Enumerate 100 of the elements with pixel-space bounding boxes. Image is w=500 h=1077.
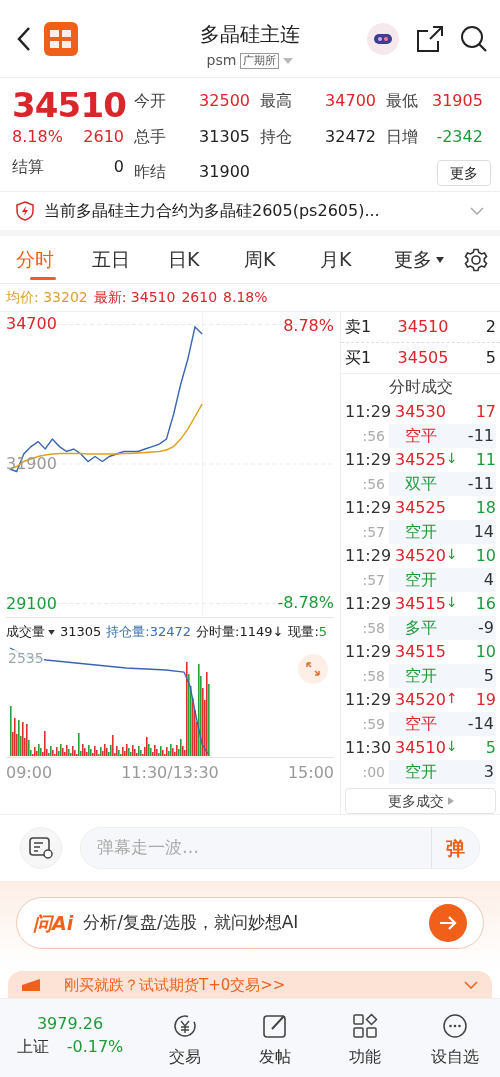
position-change: 14 [473, 521, 495, 543]
stat-label: 最低 [386, 90, 419, 112]
arrow-right-icon [439, 915, 457, 931]
trade-volume: 5 [485, 737, 496, 759]
trade-time: 11:30 [345, 737, 393, 759]
trade-time: 11:29 [345, 401, 393, 423]
trade-type: 空开 [404, 761, 438, 783]
time-axis-label: 11:30/13:30 [121, 762, 219, 784]
tick-volume-label: 分时量:1149↓ [196, 623, 284, 642]
nav-label: 发帖 [259, 1046, 291, 1068]
nav-label: 功能 [349, 1046, 381, 1068]
index-name: 上证 [16, 1036, 49, 1058]
axis-label: 29100 [6, 593, 57, 614]
order-book-price: 34510 [396, 316, 450, 338]
chart-tab[interactable]: 月K [312, 235, 388, 284]
last-price: 34510 [12, 86, 124, 124]
more-button[interactable]: 更多 [436, 160, 491, 187]
stat-value: 31305 [198, 125, 251, 148]
share-icon[interactable] [416, 24, 444, 53]
change-percent: 8.18% [223, 288, 268, 307]
more-tab[interactable]: 更多 [394, 245, 444, 274]
axis-label: 34700 [6, 314, 57, 335]
position-change: 3 [483, 761, 495, 783]
latest-price-label: 最新: 34510 [93, 288, 176, 307]
current-volume-label: 现量: [288, 623, 319, 642]
volume-selector[interactable]: 成交量 [6, 622, 55, 642]
caret-right-icon [447, 797, 454, 805]
nav-item[interactable]: 功能 [320, 1013, 410, 1069]
stat-label: 结算 [12, 156, 44, 178]
order-book-price: 34505 [396, 347, 450, 369]
trade-arrow: ↓ [445, 593, 458, 612]
trade-price: 34515 [395, 593, 446, 615]
notice-text[interactable]: 当前多晶硅主力合约为多晶硅2605(ps2605)... [44, 199, 380, 223]
trade-price: 34525 [395, 497, 446, 519]
trade-time: 11:29 [345, 641, 393, 663]
axis-label: -8.78% [277, 592, 334, 614]
trade-volume: 18 [475, 497, 496, 519]
time-axis-label: 09:00 [6, 762, 53, 784]
signal-bars-icon [22, 979, 40, 991]
back-icon[interactable] [16, 25, 32, 52]
position-change: -9 [478, 617, 495, 639]
stat-value: 32472 [324, 125, 377, 148]
stat-value: 0 [113, 156, 124, 178]
stat-label: 今开 [134, 90, 167, 112]
nav-label: 设自选 [431, 1046, 479, 1068]
trade-type: 空开 [404, 665, 438, 687]
order-book-label: 买1 [345, 347, 373, 369]
trade-type: 双平 [404, 473, 438, 495]
danmu-settings-button[interactable] [20, 827, 62, 869]
chart-tab[interactable]: 周K [236, 235, 312, 284]
nav-item[interactable]: 交易 [140, 1013, 230, 1069]
more-trades-button[interactable]: 更多成交 [345, 788, 496, 814]
trade-type: 空平 [404, 425, 438, 447]
trade-arrow: ↓ [445, 737, 458, 756]
stat-label: 持仓 [260, 125, 293, 148]
current-volume-value: 5 [318, 623, 328, 642]
ai-go-button[interactable] [429, 904, 467, 942]
search-icon[interactable] [460, 24, 488, 53]
ai-assistant-bar[interactable]: 问Ai 分析/复盘/选股，就问妙想AI [16, 897, 484, 949]
stat-label: 总手 [134, 125, 167, 148]
change-percent: 8.18% [12, 126, 63, 148]
position-change: -11 [467, 473, 495, 495]
stat-value: 31900 [198, 161, 251, 184]
trade-seconds: :58 [361, 618, 385, 638]
position-change: -14 [467, 713, 495, 735]
trade-price: 34525 [395, 449, 446, 471]
nav-item[interactable]: 发帖 [230, 1013, 320, 1069]
nav-item[interactable]: 设自选 [410, 1013, 500, 1069]
trade-type: 空开 [404, 521, 438, 543]
position-change: -11 [467, 425, 495, 447]
index-value: 3979.26 [36, 1013, 104, 1035]
more-trades-label: 更多成交 [387, 791, 444, 811]
chevron-down-icon[interactable] [464, 981, 478, 989]
chart-tab[interactable]: 五日 [84, 235, 160, 284]
axis-label: 2535 [8, 650, 44, 666]
change-value: 2610 [181, 288, 218, 307]
trade-seconds: :58 [361, 666, 385, 686]
chart-tab[interactable]: 日K [160, 235, 236, 284]
stat-value: 32500 [198, 90, 251, 112]
expand-icon [305, 661, 321, 677]
change-value: 2610 [83, 126, 124, 148]
settings-icon[interactable] [464, 247, 488, 272]
stat-value: 31905 [432, 90, 484, 112]
more-circle-icon [442, 1013, 468, 1039]
trade-volume: 10 [475, 545, 496, 567]
trade-time: 11:29 [345, 545, 393, 567]
apps-grid-icon [352, 1013, 378, 1039]
position-change: 5 [483, 665, 495, 687]
trade-type: 空开 [404, 569, 438, 591]
trade-time: 11:29 [345, 593, 393, 615]
trade-volume: 10 [475, 641, 496, 663]
trade-price: 34520 [395, 689, 446, 711]
position-change: 4 [483, 569, 495, 591]
assistant-avatar-icon[interactable] [366, 21, 400, 56]
order-book-label: 卖1 [345, 316, 373, 338]
order-book-quantity: 2 [485, 316, 496, 338]
trade-volume: 11 [475, 449, 496, 471]
caret-down-icon [48, 629, 55, 635]
average-price-label: 均价: 33202 [6, 288, 88, 307]
trade-seconds: :56 [361, 426, 385, 446]
